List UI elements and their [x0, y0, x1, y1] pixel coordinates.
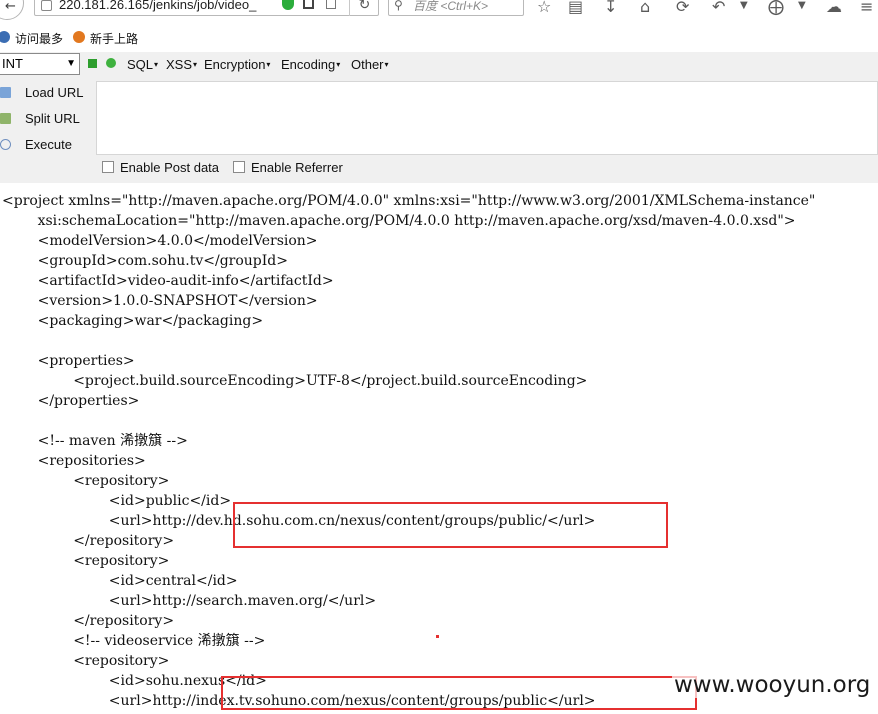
source-line: <modelVersion>4.0.0</modelVersion>: [2, 233, 318, 249]
chevron-down-icon: ▼: [66, 58, 76, 69]
source-line: <id>public</id>: [2, 493, 232, 509]
reading-list-icon[interactable]: ▤: [568, 0, 583, 16]
source-line: </repository>: [2, 613, 175, 629]
crop-dropdown-icon[interactable]: ▼: [798, 0, 806, 11]
gear-icon: [0, 31, 10, 43]
enable-post-checkbox[interactable]: [102, 161, 114, 173]
source-line: <repository>: [2, 553, 170, 569]
reload-icon[interactable]: ↻: [349, 0, 379, 16]
search-placeholder: 百度 <Ctrl+K>: [413, 0, 489, 13]
source-line: <groupId>com.sohu.tv</groupId>: [2, 253, 288, 269]
menu-xss[interactable]: XSS▾: [166, 57, 197, 72]
home-icon[interactable]: ⌂: [640, 0, 650, 16]
source-line: <properties>: [2, 353, 135, 369]
watermark: www.wooyun.org: [672, 672, 873, 698]
play-icon: [0, 139, 11, 150]
bookmark-most-visited[interactable]: 访问最多: [15, 30, 63, 47]
bookmark-getting-started[interactable]: 新手上路: [90, 30, 138, 47]
undo-icon[interactable]: ↶: [712, 0, 725, 16]
bookmarks-bar: 访问最多 新手上路: [0, 22, 878, 52]
page-icon: [41, 0, 52, 11]
source-line: <url>http://search.maven.org/</url>: [2, 593, 377, 609]
back-button[interactable]: ←: [0, 0, 24, 20]
copy-icon[interactable]: [326, 0, 336, 9]
plus-icon[interactable]: [88, 59, 97, 68]
screenshot-crop-icon[interactable]: ⨁: [768, 0, 784, 16]
url-textarea[interactable]: [96, 81, 878, 155]
source-line: </properties>: [2, 393, 140, 409]
source-line: <id>central</id>: [2, 573, 238, 589]
source-line: <project xmlns="http://maven.apache.org/…: [2, 193, 816, 209]
menu-encoding-label: Encoding: [281, 57, 336, 72]
qr-code-icon[interactable]: [303, 0, 314, 9]
db-type-select[interactable]: INT ▼: [0, 53, 80, 75]
shield-icon[interactable]: [282, 0, 294, 10]
highlight-box-sohu-nexus-url: [221, 676, 697, 710]
source-line: <version>1.0.0-SNAPSHOT</version>: [2, 293, 318, 309]
back-arrow-icon: ←: [5, 0, 16, 14]
source-line: <!-- videoservice 浠撴簱 -->: [2, 633, 266, 649]
source-line: <packaging>war</packaging>: [2, 313, 264, 329]
menu-icon[interactable]: ≡: [860, 0, 873, 16]
db-type-value: INT: [2, 56, 23, 71]
source-line: <project.build.sourceEncoding>UTF-8</pro…: [2, 373, 588, 389]
menu-sql[interactable]: SQL▾: [127, 57, 158, 72]
address-text[interactable]: 220.181.26.165/jenkins/job/video_: [59, 0, 256, 12]
menu-other-label: Other: [351, 57, 384, 72]
source-line: </repository>: [2, 533, 175, 549]
search-input[interactable]: ⚲ 百度 <Ctrl+K>: [388, 0, 524, 16]
enable-referrer-checkbox[interactable]: [233, 161, 245, 173]
menu-sql-label: SQL: [127, 57, 154, 72]
source-line: <!-- maven 浠撴簱 -->: [2, 433, 188, 449]
source-line: <repository>: [2, 473, 170, 489]
source-line: <repositories>: [2, 453, 146, 469]
bookmark-star-icon[interactable]: ☆: [537, 0, 551, 16]
chat-icon[interactable]: ☁: [826, 0, 842, 16]
xml-source-view: <project xmlns="http://maven.apache.org/…: [0, 191, 878, 714]
source-line: <repository>: [2, 653, 170, 669]
browser-navbar: ← 220.181.26.165/jenkins/job/video_ ↻ ⚲ …: [0, 0, 878, 22]
annotation-dot: [436, 635, 439, 638]
menu-xss-label: XSS: [166, 57, 193, 72]
sync-icon[interactable]: ⟳: [676, 0, 689, 16]
execute-label: Execute: [25, 137, 72, 152]
hackbar-panel: Load URL Split URL Execute Enable Post d…: [0, 80, 878, 183]
load-url-label: Load URL: [25, 85, 84, 100]
search-icon: ⚲: [394, 0, 403, 12]
menu-encryption[interactable]: Encryption▾: [204, 57, 270, 72]
firefox-icon: [73, 31, 85, 43]
menu-encoding[interactable]: Encoding▾: [281, 57, 340, 72]
download-icon[interactable]: ↧: [604, 0, 617, 16]
address-bar[interactable]: 220.181.26.165/jenkins/job/video_: [34, 0, 379, 16]
source-line: xsi:schemaLocation="http://maven.apache.…: [2, 213, 796, 229]
hackbar-toolbar: INT ▼ SQL▾ XSS▾ Encryption▾ Encoding▾ Ot…: [0, 52, 878, 80]
split-url-icon: [0, 113, 11, 124]
undo-dropdown-icon[interactable]: ▼: [740, 0, 748, 11]
highlight-box-public-url: [233, 502, 668, 548]
load-url-icon: [0, 87, 11, 98]
source-line: <artifactId>video-audit-info</artifactId…: [2, 273, 334, 289]
enable-post-label: Enable Post data: [120, 160, 220, 175]
menu-other[interactable]: Other▾: [351, 57, 389, 72]
split-url-label: Split URL: [25, 111, 80, 126]
enable-referrer-label: Enable Referrer: [251, 160, 343, 175]
menu-encryption-label: Encryption: [204, 57, 266, 72]
minus-icon[interactable]: [106, 58, 116, 68]
